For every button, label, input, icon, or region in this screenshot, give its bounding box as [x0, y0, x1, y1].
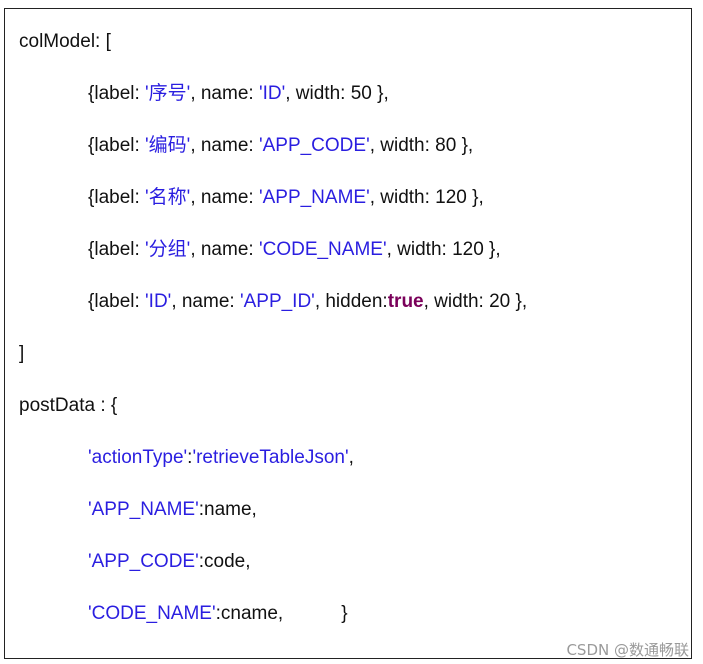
postdata-2-value: name, [204, 499, 257, 520]
postdata-2-key: 'APP_NAME' [88, 499, 199, 520]
row-2-mid: , name: [190, 135, 259, 156]
row-4-mid: , name: [190, 239, 259, 260]
postdata-entry-4: 'CODE_NAME':cname, } [88, 601, 348, 627]
postdata-entry-3: 'APP_CODE':code, [88, 549, 251, 575]
row-5-mid: , name: [171, 291, 240, 312]
postdata-4-value: cname, [220, 603, 284, 624]
colmodel-row-1: {label: '序号', name: 'ID', width: 50 }, [88, 81, 389, 107]
row-4-prefix: {label: [88, 239, 146, 260]
row-5-true-keyword: true [387, 291, 424, 312]
row-1-suffix: , width: 50 }, [285, 83, 389, 104]
row-1-prefix: {label: [88, 83, 146, 104]
row-3-name-string: 'APP_NAME' [258, 187, 370, 208]
postdata-4-key: 'CODE_NAME' [88, 603, 216, 624]
row-2-prefix: {label: [88, 135, 146, 156]
row-3-mid: , name: [190, 187, 259, 208]
row-2-label-string: '编码' [145, 135, 191, 156]
row-1-mid: , name: [190, 83, 259, 104]
postdata-1-value: 'retrieveTableJson' [192, 447, 349, 468]
row-1-label-string: '序号' [145, 83, 191, 104]
postdata-1-key: 'actionType' [88, 447, 188, 468]
row-2-name-string: 'APP_CODE' [258, 135, 370, 156]
code-block: colModel: [ {label: '序号', name: 'ID', wi… [4, 8, 692, 659]
row-2-suffix: , width: 80 }, [369, 135, 474, 156]
postdata-entry-2: 'APP_NAME':name, [88, 497, 257, 523]
colmodel-row-5: {label: 'ID', name: 'APP_ID', hidden:tru… [88, 289, 527, 315]
row-5-name-string: 'APP_ID' [239, 291, 315, 312]
postdata-3-key: 'APP_CODE' [88, 551, 199, 572]
colmodel-row-2: {label: '编码', name: 'APP_CODE', width: 8… [88, 133, 473, 159]
row-5-label-string: 'ID' [145, 291, 172, 312]
row-3-suffix: , width: 120 }, [369, 187, 484, 208]
colmodel-row-3: {label: '名称', name: 'APP_NAME', width: 1… [88, 185, 484, 211]
postdata-open-line: postData : { [19, 395, 118, 416]
row-4-label-string: '分组' [145, 239, 191, 260]
row-4-name-string: 'CODE_NAME' [258, 239, 387, 260]
row-1-name-string: 'ID' [258, 83, 286, 104]
postdata-3-value: code, [204, 551, 251, 572]
postdata-4-closing-brace: } [283, 603, 348, 624]
row-4-suffix: , width: 120 }, [386, 239, 501, 260]
colmodel-open-line: colModel: [ [19, 31, 111, 52]
row-3-label-string: '名称' [145, 187, 191, 208]
colmodel-row-4: {label: '分组', name: 'CODE_NAME', width: … [88, 237, 501, 263]
row-5-suffix: , width: 20 }, [423, 291, 528, 312]
row-5-hidden-prefix: , hidden: [314, 291, 388, 312]
row-5-prefix: {label: [88, 291, 146, 312]
postdata-entry-1: 'actionType':'retrieveTableJson', [88, 445, 354, 471]
csdn-watermark: CSDN @数通畅联 [566, 641, 689, 659]
postdata-1-tail: , [348, 447, 354, 468]
row-3-prefix: {label: [88, 187, 146, 208]
colmodel-close-line: ] [19, 343, 25, 364]
